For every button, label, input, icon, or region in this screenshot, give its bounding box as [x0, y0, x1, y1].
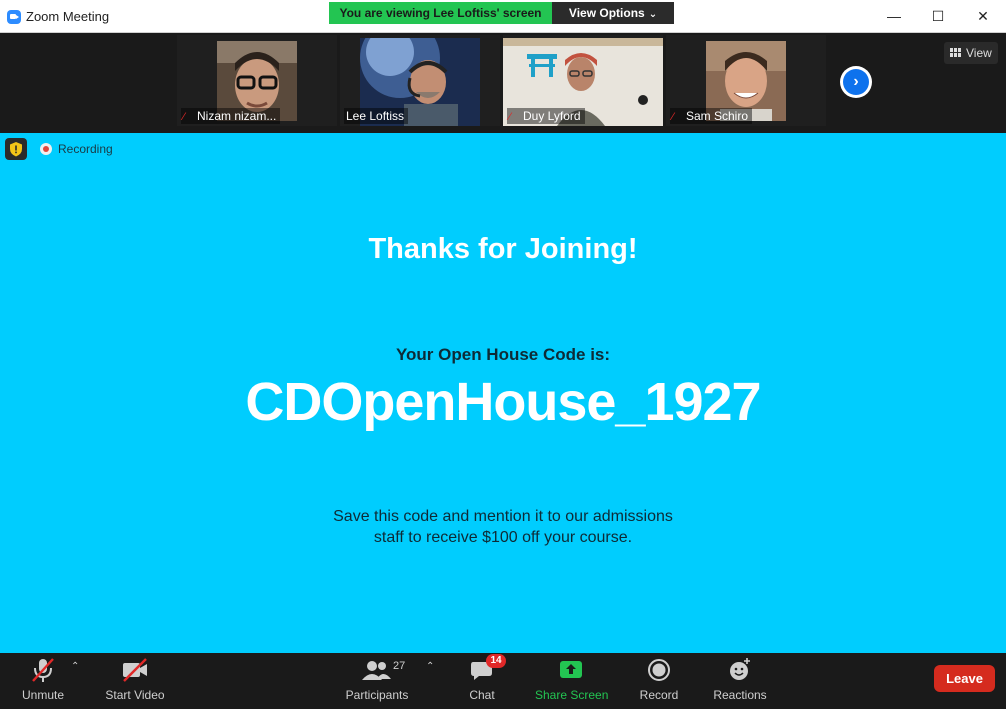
share-screen-button[interactable]: Share Screen	[535, 655, 609, 705]
chevron-right-icon: ›	[843, 69, 869, 95]
reactions-label: Reactions	[713, 688, 767, 702]
video-off-icon	[104, 655, 166, 685]
mic-muted-icon: ⁄	[509, 111, 511, 123]
participants-options-chevron-icon[interactable]: ⌃	[426, 661, 434, 672]
chat-label: Chat	[469, 688, 495, 702]
leave-button[interactable]: Leave	[934, 665, 995, 692]
open-house-code: CDOpenHouse_1927	[245, 372, 761, 432]
start-video-button[interactable]: Start Video	[104, 655, 166, 705]
participant-name-label: ⁄ Duy Lyford	[507, 108, 585, 124]
view-label: View	[966, 46, 992, 60]
share-screen-label: Share Screen	[535, 688, 609, 702]
security-shield-icon[interactable]	[5, 138, 27, 160]
next-page-button[interactable]: ›	[840, 66, 872, 98]
mic-muted-icon	[18, 655, 68, 685]
slide-body-line: staff to receive $100 off your course.	[373, 529, 633, 546]
video-tile[interactable]: ⁄ Sam Schiro	[666, 35, 826, 126]
zoom-logo-icon	[7, 10, 21, 24]
participant-name-label: ⁄ Nizam nizam...	[181, 108, 281, 124]
smiley-plus-icon	[712, 655, 768, 685]
mic-muted-icon: ⁄	[183, 111, 185, 123]
record-label: Record	[639, 688, 679, 702]
meeting-toolbar: Unmute ⌃ Start Video Participants 27 ⌃ C…	[0, 653, 1006, 709]
unmute-label: Unmute	[21, 688, 65, 702]
chat-unread-badge: 14	[486, 654, 506, 668]
minimize-button[interactable]: —	[883, 5, 905, 27]
window-title: Zoom Meeting	[26, 9, 110, 24]
grid-icon	[950, 48, 961, 57]
participants-count: 27	[393, 660, 406, 672]
video-tile[interactable]: ⁄ Nizam nizam...	[177, 35, 337, 126]
record-dot-icon	[40, 143, 52, 155]
view-button[interactable]: View	[944, 42, 998, 64]
mic-muted-icon: ⁄	[672, 111, 674, 123]
video-tile[interactable]: ⁄ Duy Lyford	[503, 35, 663, 126]
close-button[interactable]: ✕	[972, 5, 994, 27]
participants-label: Participants	[345, 688, 409, 702]
audio-options-chevron-icon[interactable]: ⌃	[71, 661, 79, 672]
video-tile[interactable]: Lee Loftiss	[340, 35, 500, 126]
start-video-label: Start Video	[105, 688, 165, 702]
maximize-button[interactable]: ☐	[927, 5, 949, 27]
reactions-button[interactable]: Reactions	[712, 655, 768, 705]
viewing-banner: You are viewing Lee Loftiss' screen	[329, 2, 552, 24]
record-icon	[639, 655, 679, 685]
participant-name-label: ⁄ Sam Schiro	[670, 108, 753, 124]
view-options-button[interactable]: View Options ⌄	[552, 2, 674, 24]
title-bar: Zoom Meeting You are viewing Lee Loftiss…	[0, 0, 1006, 33]
slide-title: Thanks for Joining!	[368, 233, 638, 265]
slide-body: Save this code and mention it to our adm…	[0, 506, 1006, 548]
shared-screen: Recording Thanks for Joining! Your Open …	[0, 133, 1006, 653]
unmute-button[interactable]: Unmute	[18, 655, 68, 705]
share-screen-icon	[535, 655, 607, 685]
video-strip: ⁄ Nizam nizam... Lee Loftiss ⁄ Duy Lyfor…	[0, 33, 1006, 133]
view-options-label: View Options	[568, 6, 645, 20]
chevron-down-icon: ⌄	[648, 9, 658, 20]
participant-name-label: Lee Loftiss	[344, 108, 409, 124]
recording-label: Recording	[58, 142, 113, 156]
recording-indicator: Recording	[40, 141, 113, 156]
slide-body-line: Save this code and mention it to our adm…	[333, 508, 673, 525]
record-button[interactable]: Record	[639, 655, 679, 705]
slide-subtitle: Your Open House Code is:	[395, 345, 611, 364]
